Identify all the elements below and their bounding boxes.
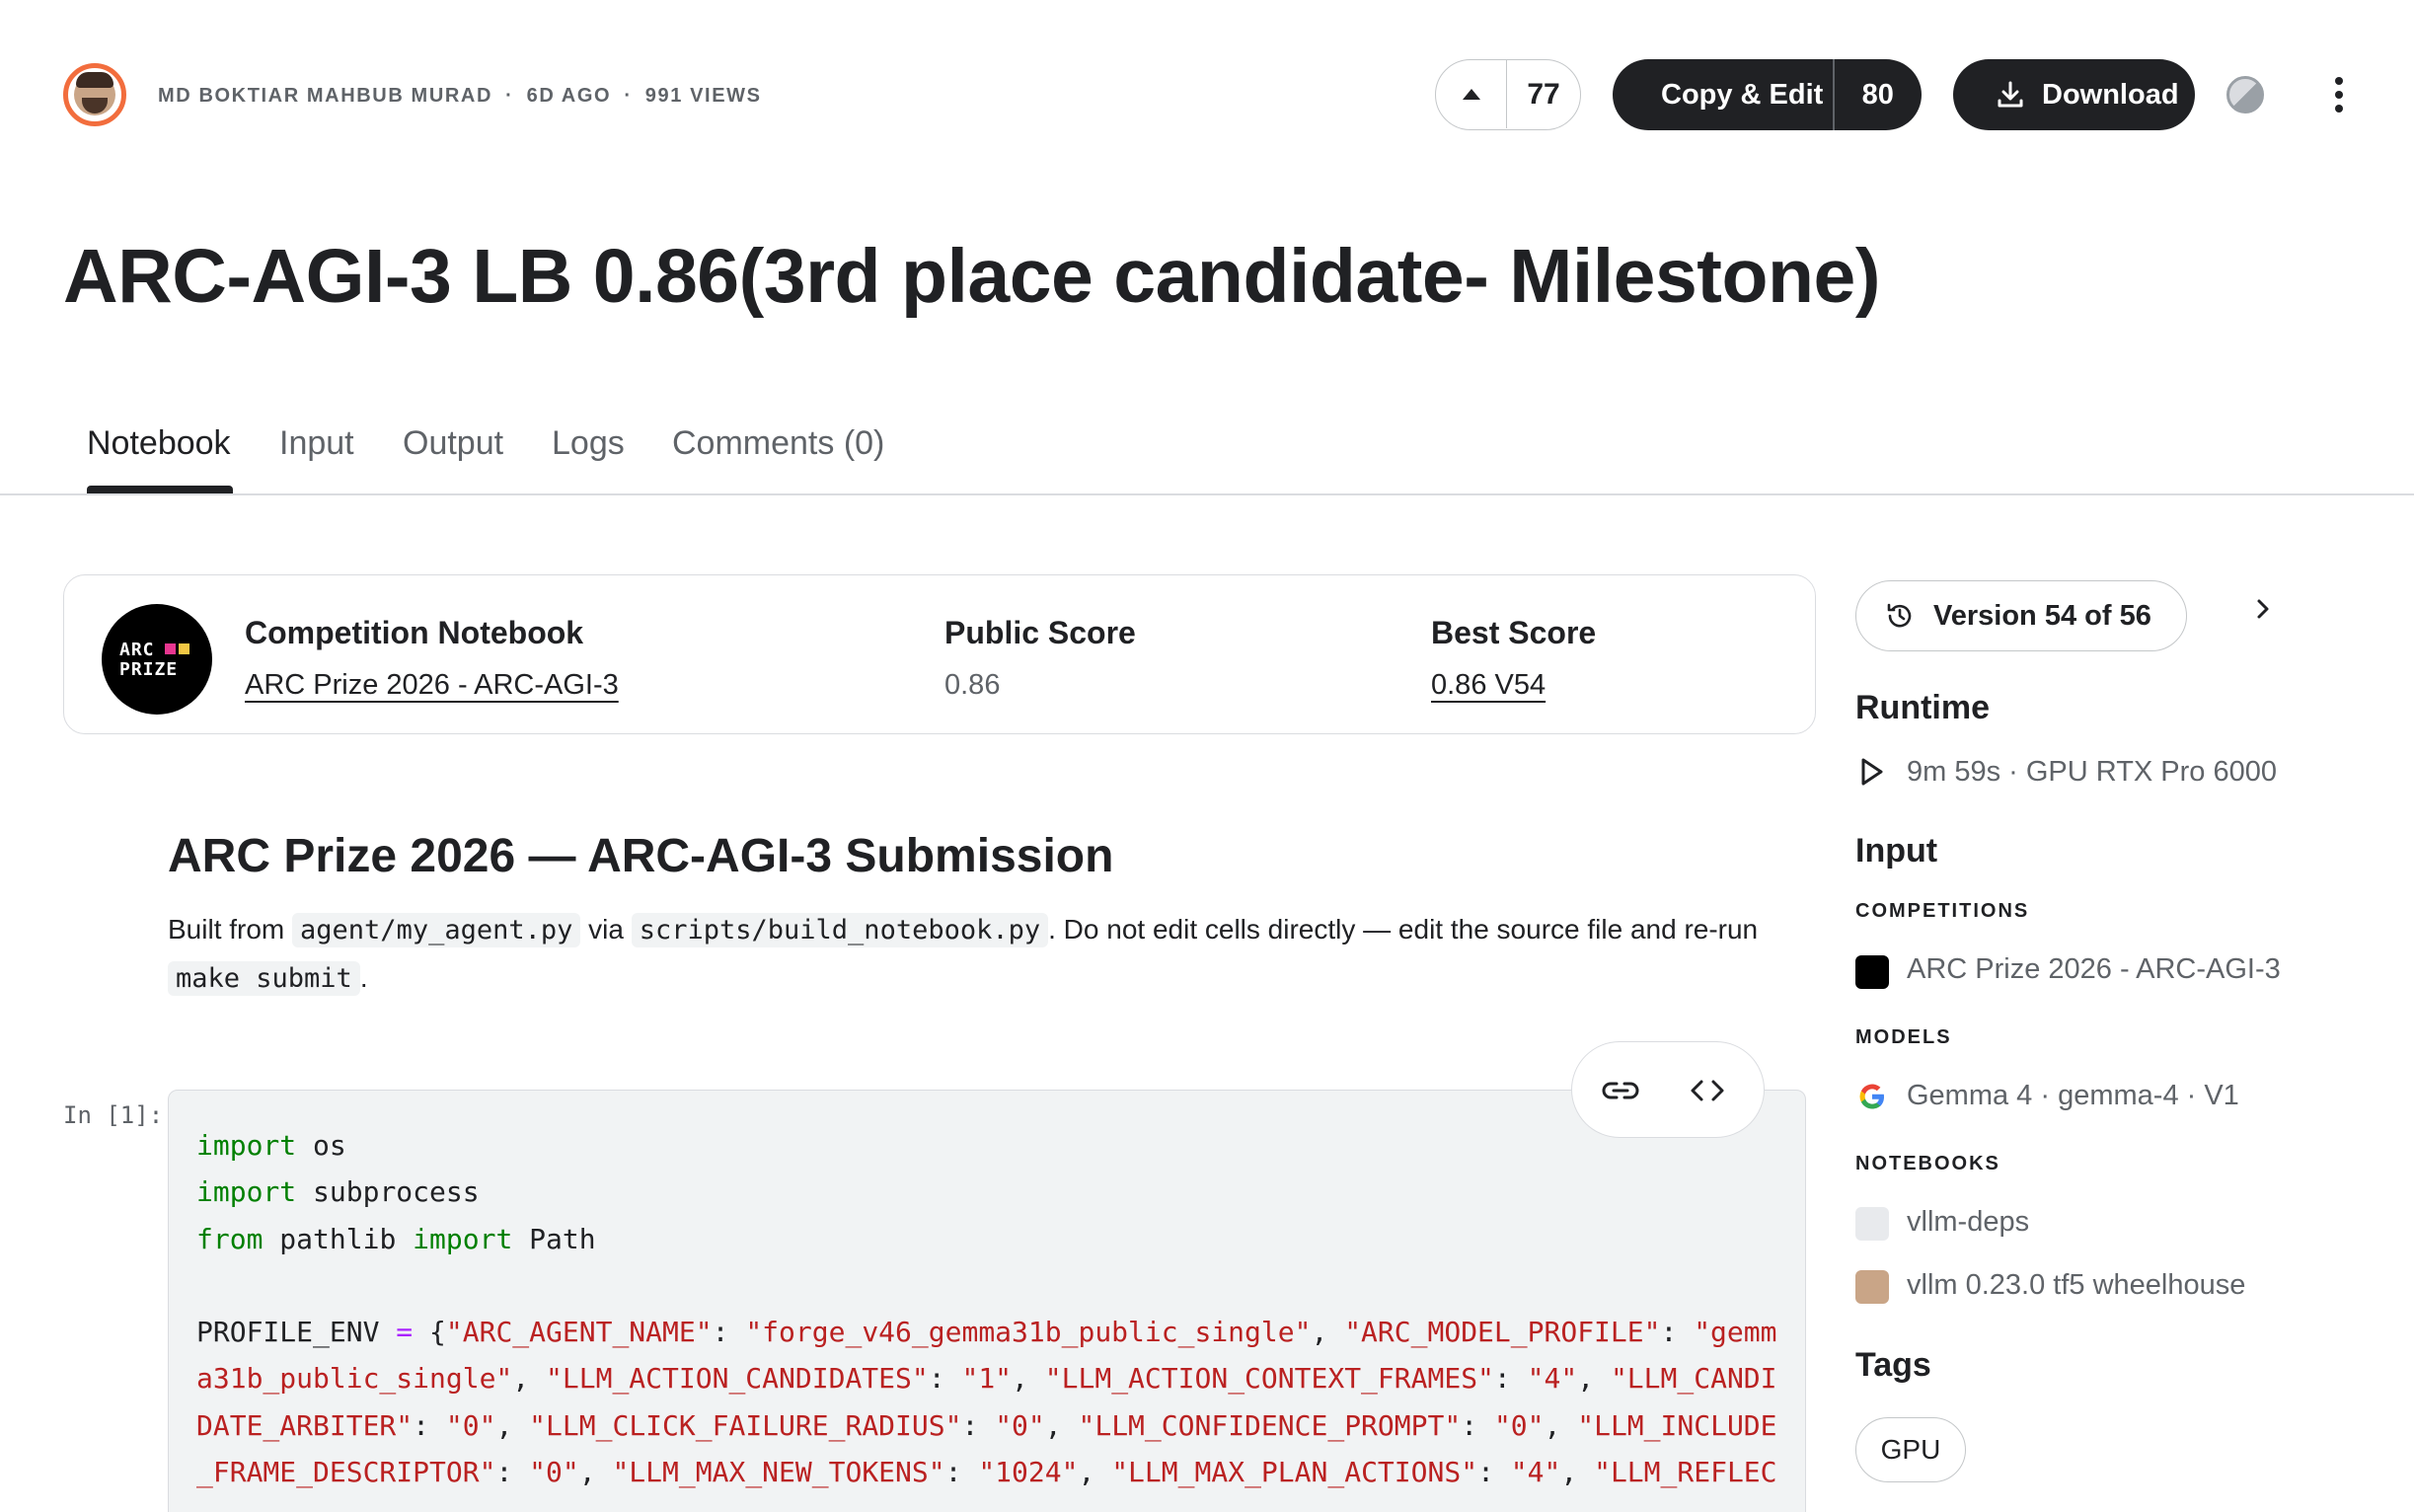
runtime-heading: Runtime: [1855, 689, 1990, 726]
theme-toggle-icon[interactable]: [2226, 76, 2264, 113]
inline-code: make submit: [168, 961, 360, 996]
models-label: MODELS: [1855, 1026, 1952, 1048]
code-cell[interactable]: import os import subprocess from pathlib i…: [168, 1090, 1806, 1512]
public-score-label: Public Score: [944, 615, 1136, 650]
notebook-tabs: Notebook Input Output Logs Comments (0): [0, 420, 2414, 495]
view-count: 991 VIEWS: [644, 85, 762, 107]
copy-edit-label: Copy & Edit: [1661, 78, 1824, 111]
input-notebook-link-2[interactable]: vllm 0.23.0 tf5 wheelhouse: [1907, 1269, 2245, 1302]
best-score-label: Best Score: [1431, 615, 1597, 650]
code-content: import os import subprocess from pathlib i…: [196, 1122, 1777, 1495]
competitions-label: COMPETITIONS: [1855, 900, 2030, 922]
arc-prize-logo[interactable]: ARC PRIZE: [102, 604, 212, 715]
tab-notebook[interactable]: Notebook: [87, 424, 231, 463]
input-model-link[interactable]: Gemma 4 · gemma-4 · V1: [1907, 1080, 2239, 1112]
markdown-heading: ARC Prize 2026 — ARC-AGI-3 Submission: [168, 830, 1114, 882]
published-time: 6D AGO: [526, 85, 612, 107]
version-button[interactable]: Version 54 of 56: [1855, 580, 2187, 651]
arrow-up-icon: [1462, 89, 1480, 100]
upvote-control: 77: [1435, 59, 1581, 130]
code-line: _FRAME_DESCRIPTOR": "0", "LLM_MAX_NEW_TO…: [196, 1456, 1777, 1489]
notebook-thumb-icon: [1855, 1207, 1889, 1241]
code-line: from pathlib import Path: [196, 1222, 596, 1255]
input-heading: Input: [1855, 832, 1938, 869]
best-score-link[interactable]: 0.86 V54: [1431, 669, 1546, 702]
competition-thumb-icon: [1855, 955, 1889, 989]
more-options-icon[interactable]: [2333, 77, 2345, 113]
tab-output[interactable]: Output: [403, 424, 503, 463]
tab-logs[interactable]: Logs: [552, 424, 625, 463]
author-name[interactable]: MD BOKTIAR MAHBUB MURAD: [158, 85, 492, 107]
code-line: a31b_public_single", "LLM_ACTION_CANDIDA…: [196, 1362, 1777, 1396]
tab-comments[interactable]: Comments (0): [672, 424, 884, 463]
download-icon: [1995, 79, 2026, 111]
code-line: DATE_ARBITER": "0", "LLM_CLICK_FAILURE_R…: [196, 1408, 1777, 1442]
code-line: PROFILE_ENV = {"ARC_AGENT_NAME": "forge_…: [196, 1316, 1777, 1349]
notebook-header: MD BOKTIAR MAHBUB MURAD · 6D AGO · 991 V…: [0, 0, 2414, 188]
author-avatar[interactable]: [63, 63, 126, 126]
input-notebook-link-1[interactable]: vllm-deps: [1907, 1206, 2029, 1239]
markdown-paragraph: Built from agent/my_agent.py via scripts…: [168, 913, 1759, 996]
author-thumb-icon: [1855, 1270, 1889, 1304]
code-line: import subprocess: [196, 1175, 480, 1209]
competition-notebook-label: Competition Notebook: [245, 615, 584, 650]
upvote-button[interactable]: [1436, 60, 1507, 128]
cell-prompt: In [1]:: [63, 1101, 164, 1129]
upvote-count[interactable]: 77: [1507, 60, 1580, 129]
version-label: Version 54 of 56: [1933, 599, 2151, 632]
link-icon[interactable]: [1596, 1066, 1645, 1115]
notebooks-label: NOTEBOOKS: [1855, 1153, 2000, 1174]
tags-heading: Tags: [1855, 1346, 1931, 1384]
code-line: import os: [196, 1129, 346, 1162]
chevron-right-icon[interactable]: [2248, 594, 2278, 624]
copy-edit-button[interactable]: Copy & Edit 80: [1613, 59, 1922, 130]
competition-card: ARC PRIZE Competition Notebook ARC Prize…: [63, 574, 1816, 734]
download-label: Download: [2042, 78, 2179, 111]
public-score-value: 0.86: [944, 669, 1001, 701]
notebook-title: ARC-AGI-3 LB 0.86(3rd place candidate- M…: [63, 234, 1880, 319]
inline-code: agent/my_agent.py: [292, 913, 581, 947]
tab-input[interactable]: Input: [279, 424, 354, 463]
tag-gpu[interactable]: GPU: [1855, 1417, 1966, 1482]
google-icon: [1855, 1080, 1889, 1113]
author-byline: MD BOKTIAR MAHBUB MURAD · 6D AGO · 991 V…: [158, 85, 762, 107]
code-icon[interactable]: [1683, 1066, 1732, 1115]
play-icon: [1855, 755, 1889, 789]
history-icon: [1884, 600, 1916, 632]
download-button[interactable]: Download: [1953, 59, 2195, 130]
input-competition-link[interactable]: ARC Prize 2026 - ARC-AGI-3: [1907, 953, 2281, 986]
copy-edit-count[interactable]: 80: [1835, 79, 1923, 112]
runtime-value: 9m 59s · GPU RTX Pro 6000: [1907, 756, 2278, 788]
cell-toolbar: [1571, 1041, 1765, 1138]
competition-link[interactable]: ARC Prize 2026 - ARC-AGI-3: [245, 669, 619, 702]
inline-code: scripts/build_notebook.py: [631, 913, 1049, 947]
active-tab-indicator: [87, 486, 233, 493]
